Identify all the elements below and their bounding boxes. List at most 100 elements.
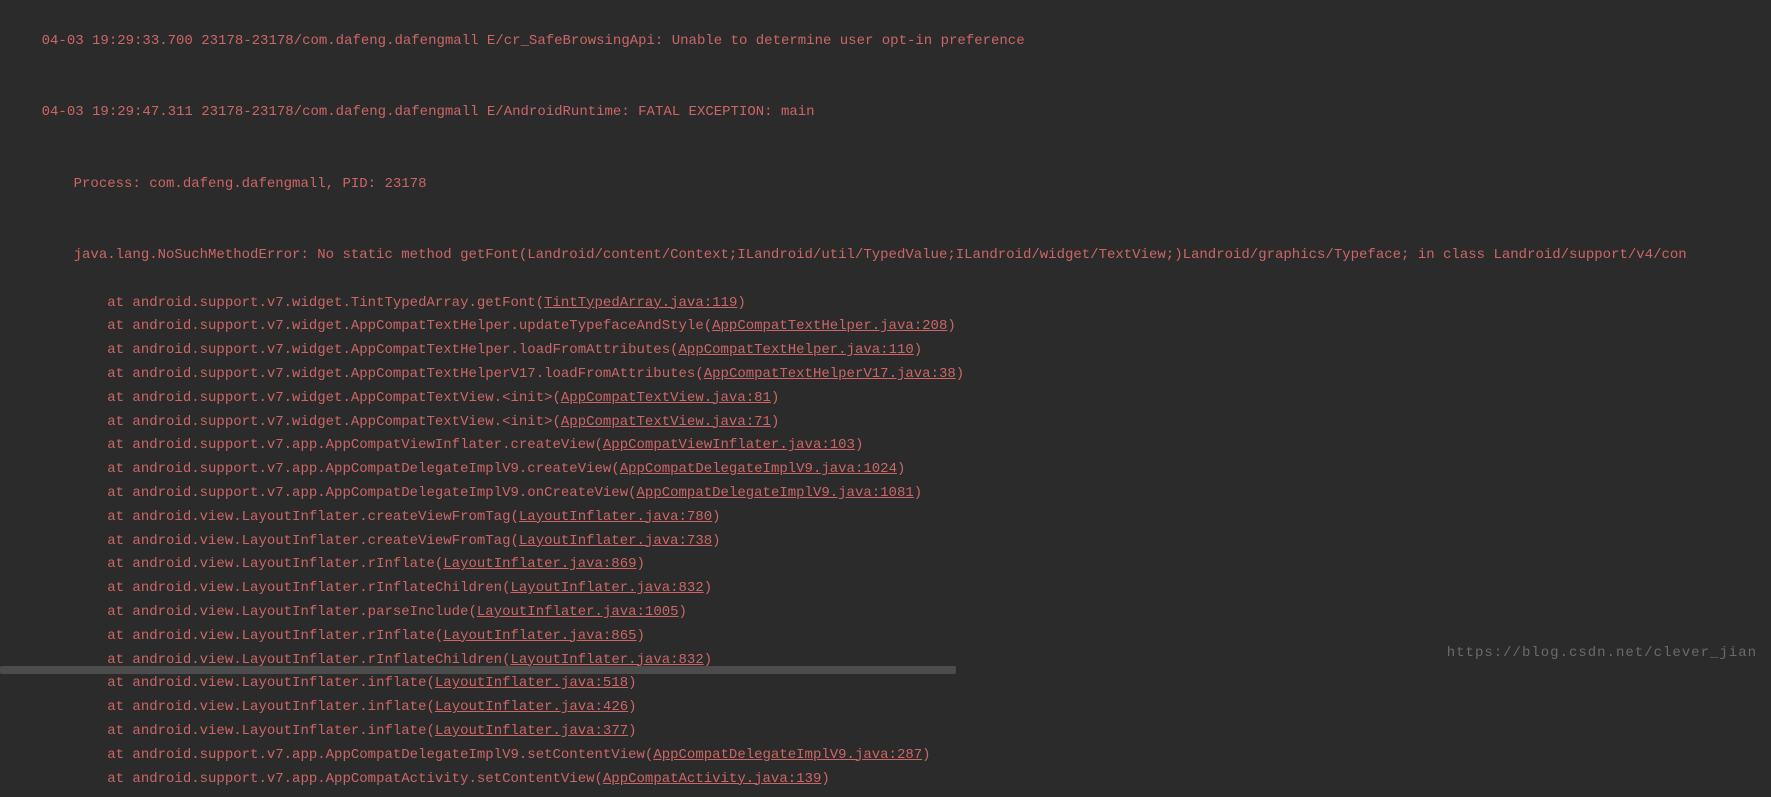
stack-frame: at android.support.v7.app.AppCompatDeleg… [8, 458, 1767, 482]
close-paren: ) [771, 414, 779, 430]
stack-frame: at android.view.LayoutInflater.rInflateC… [8, 577, 1767, 601]
open-paren: ( [695, 366, 703, 382]
open-paren: ( [645, 747, 653, 763]
open-paren: ( [611, 461, 619, 477]
source-link[interactable]: LayoutInflater.java:780 [519, 509, 712, 525]
source-link[interactable]: TintTypedArray.java:119 [544, 295, 737, 311]
close-paren: ) [637, 556, 645, 572]
source-link[interactable]: LayoutInflater.java:865 [443, 628, 636, 644]
stack-method: at android.support.v7.app.AppCompatActiv… [107, 771, 594, 787]
open-paren: ( [628, 485, 636, 501]
source-link[interactable]: AppCompatViewInflater.java:103 [603, 437, 855, 453]
close-paren: ) [855, 437, 863, 453]
stack-frame: at android.support.v7.app.AppCompatViewI… [8, 434, 1767, 458]
source-link[interactable]: AppCompatTextHelperV17.java:38 [704, 366, 956, 382]
source-link[interactable]: AppCompatTextView.java:81 [561, 390, 771, 406]
close-paren: ) [914, 485, 922, 501]
open-paren: ( [426, 723, 434, 739]
stack-frame: at android.support.v7.app.AppCompatDeleg… [8, 482, 1767, 506]
close-paren: ) [771, 390, 779, 406]
open-paren: ( [510, 533, 518, 549]
open-paren: ( [670, 342, 678, 358]
close-paren: ) [628, 723, 636, 739]
log-timestamp: 04-03 19:29:33.700 [42, 33, 193, 49]
stack-frame: at android.support.v7.widget.TintTypedAr… [8, 292, 1767, 316]
source-link[interactable]: AppCompatDelegateImplV9.java:1024 [620, 461, 897, 477]
open-paren: ( [553, 390, 561, 406]
open-paren: ( [704, 318, 712, 334]
stack-frame: at android.support.v7.app.AppCompatActiv… [8, 768, 1767, 792]
stack-method: at android.support.v7.widget.AppCompatTe… [107, 366, 695, 382]
error-text: java.lang.NoSuchMethodError: No static m… [74, 247, 1687, 263]
open-paren: ( [426, 699, 434, 715]
close-paren: ) [737, 295, 745, 311]
process-text: Process: com.dafeng.dafengmall, PID: 231… [74, 176, 427, 192]
stack-frame: at android.support.v7.widget.AppCompatTe… [8, 363, 1767, 387]
stack-method: at android.view.LayoutInflater.inflate [107, 675, 426, 691]
stack-frame: at android.view.LayoutInflater.createVie… [8, 530, 1767, 554]
stack-frame: at android.view.LayoutInflater.parseIncl… [8, 601, 1767, 625]
scrollbar-thumb[interactable] [0, 666, 956, 674]
stack-frame: at android.view.LayoutInflater.rInflate(… [8, 553, 1767, 577]
stack-method: at android.support.v7.app.AppCompatDeleg… [107, 485, 628, 501]
open-paren: ( [510, 509, 518, 525]
stack-method: at android.view.LayoutInflater.inflate [107, 699, 426, 715]
close-paren: ) [637, 628, 645, 644]
source-link[interactable]: AppCompatDelegateImplV9.java:1081 [637, 485, 914, 501]
stack-frame: at android.view.LayoutInflater.rInflate(… [8, 625, 1767, 649]
source-link[interactable]: LayoutInflater.java:377 [435, 723, 628, 739]
stack-frame: at android.view.LayoutInflater.inflate(L… [8, 720, 1767, 744]
stack-method: at android.support.v7.widget.TintTypedAr… [107, 295, 535, 311]
stack-frame: at android.support.v7.widget.AppCompatTe… [8, 315, 1767, 339]
stack-method: at android.support.v7.widget.AppCompatTe… [107, 318, 704, 334]
stack-method: at android.support.v7.widget.AppCompatTe… [107, 342, 670, 358]
source-link[interactable]: LayoutInflater.java:426 [435, 699, 628, 715]
source-link[interactable]: AppCompatTextHelper.java:110 [679, 342, 914, 358]
close-paren: ) [628, 699, 636, 715]
log-message: Unable to determine user opt-in preferen… [672, 33, 1025, 49]
open-paren: ( [595, 771, 603, 787]
stack-method: at android.view.LayoutInflater.rInflateC… [107, 580, 502, 596]
log-timestamp: 04-03 19:29:47.311 [42, 104, 193, 120]
stack-method: at android.view.LayoutInflater.createVie… [107, 509, 510, 525]
stack-method: at android.support.v7.app.AppCompatDeleg… [107, 747, 645, 763]
source-link[interactable]: LayoutInflater.java:869 [443, 556, 636, 572]
close-paren: ) [821, 771, 829, 787]
logcat-output: 04-03 19:29:33.700 23178-23178/com.dafen… [0, 0, 1771, 797]
stack-trace: at android.support.v7.widget.TintTypedAr… [8, 292, 1767, 792]
source-link[interactable]: LayoutInflater.java:1005 [477, 604, 679, 620]
stack-frame: at android.support.v7.widget.AppCompatTe… [8, 387, 1767, 411]
source-link[interactable]: AppCompatTextView.java:71 [561, 414, 771, 430]
close-paren: ) [679, 604, 687, 620]
log-process-line: Process: com.dafeng.dafengmall, PID: 231… [8, 149, 1767, 220]
close-paren: ) [922, 747, 930, 763]
stack-method: at android.support.v7.app.AppCompatDeleg… [107, 461, 611, 477]
stack-frame: at android.support.v7.widget.AppCompatTe… [8, 411, 1767, 435]
stack-method: at android.view.LayoutInflater.rInflate [107, 628, 435, 644]
source-link[interactable]: AppCompatActivity.java:139 [603, 771, 821, 787]
log-pid: 23178-23178/com.dafeng.dafengmall [201, 33, 478, 49]
source-link[interactable]: LayoutInflater.java:518 [435, 675, 628, 691]
stack-frame: at android.view.LayoutInflater.createVie… [8, 506, 1767, 530]
source-link[interactable]: AppCompatTextHelper.java:208 [712, 318, 947, 334]
close-paren: ) [712, 533, 720, 549]
close-paren: ) [956, 366, 964, 382]
stack-method: at android.support.v7.widget.AppCompatTe… [107, 414, 552, 430]
open-paren: ( [502, 580, 510, 596]
open-paren: ( [426, 675, 434, 691]
log-line-header: 04-03 19:29:47.311 23178-23178/com.dafen… [8, 77, 1767, 148]
source-link[interactable]: AppCompatDelegateImplV9.java:287 [653, 747, 922, 763]
source-link[interactable]: LayoutInflater.java:832 [511, 580, 704, 596]
close-paren: ) [704, 580, 712, 596]
open-paren: ( [595, 437, 603, 453]
source-link[interactable]: LayoutInflater.java:738 [519, 533, 712, 549]
stack-method: at android.view.LayoutInflater.createVie… [107, 533, 510, 549]
stack-method: at android.view.LayoutInflater.parseIncl… [107, 604, 468, 620]
stack-method: at android.support.v7.widget.AppCompatTe… [107, 390, 552, 406]
log-message: FATAL EXCEPTION: main [638, 104, 814, 120]
stack-frame: at android.support.v7.app.AppCompatDeleg… [8, 744, 1767, 768]
stack-frame: at android.view.LayoutInflater.inflate(L… [8, 672, 1767, 696]
stack-frame: at android.support.v7.widget.AppCompatTe… [8, 339, 1767, 363]
horizontal-scrollbar[interactable] [0, 664, 1771, 674]
log-pid: 23178-23178/com.dafeng.dafengmall [201, 104, 478, 120]
